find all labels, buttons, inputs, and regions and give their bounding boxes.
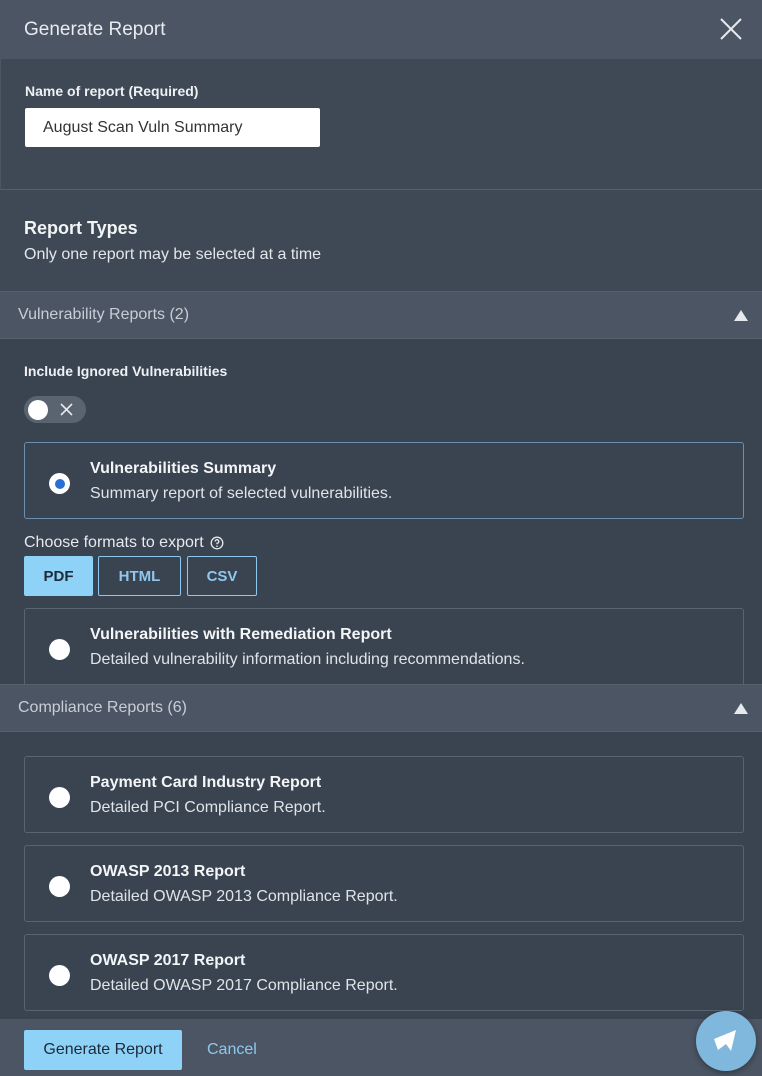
report-radio[interactable] (49, 965, 70, 986)
report-radio[interactable] (49, 787, 70, 808)
report-radio[interactable] (49, 473, 70, 494)
report-card-owasp-2013[interactable]: OWASP 2013 Report Detailed OWASP 2013 Co… (24, 845, 744, 922)
report-card-description: Detailed OWASP 2013 Compliance Report. (90, 888, 398, 905)
format-csv-button[interactable]: CSV (187, 556, 257, 596)
report-radio[interactable] (49, 639, 70, 660)
compliance-reports-header[interactable]: Compliance Reports (6) (0, 684, 762, 732)
formats-label: Choose formats to export (24, 534, 204, 551)
close-icon[interactable] (718, 16, 744, 42)
help-circle-icon[interactable] (210, 536, 224, 550)
format-pdf-button[interactable]: PDF (24, 556, 93, 596)
report-card-title: Payment Card Industry Report (90, 774, 322, 791)
report-card-title: OWASP 2013 Report (90, 863, 246, 880)
cancel-button[interactable]: Cancel (207, 1041, 257, 1059)
report-card-title: Vulnerabilities Summary (90, 460, 277, 477)
report-card-description: Summary report of selected vulnerabiliti… (90, 485, 393, 502)
include-ignored-label: Include Ignored Vulnerabilities (24, 363, 228, 379)
report-card-description: Detailed OWASP 2017 Compliance Report. (90, 977, 398, 994)
include-ignored-toggle[interactable] (24, 396, 86, 423)
report-card-pci[interactable]: Payment Card Industry Report Detailed PC… (24, 756, 744, 833)
toggle-knob (28, 399, 48, 420)
dialog-footer: Generate Report Cancel (0, 1019, 762, 1076)
vulnerability-reports-header[interactable]: Vulnerability Reports (2) (0, 291, 762, 339)
compliance-reports-label: Compliance Reports (6) (18, 699, 187, 716)
report-card-title: OWASP 2017 Report (90, 952, 246, 969)
format-html-button[interactable]: HTML (98, 556, 181, 596)
triangle-up-icon (734, 703, 748, 714)
chat-icon (714, 1030, 736, 1051)
report-types-title: Report Types (24, 218, 138, 238)
report-name-input[interactable] (25, 108, 320, 147)
vulnerability-reports-label: Vulnerability Reports (2) (18, 306, 190, 323)
triangle-up-icon (734, 310, 748, 321)
dialog-header: Generate Report (0, 0, 762, 59)
chat-fab-button[interactable] (696, 1011, 756, 1071)
formats-label-row: Choose formats to export (24, 534, 224, 552)
report-types-subtitle: Only one report may be selected at a tim… (24, 246, 322, 263)
report-card-title: Vulnerabilities with Remediation Report (90, 626, 392, 643)
dialog-title: Generate Report (24, 18, 166, 40)
generate-report-button[interactable]: Generate Report (24, 1030, 182, 1070)
report-card-description: Detailed PCI Compliance Report. (90, 799, 326, 816)
report-card-owasp-2017[interactable]: OWASP 2017 Report Detailed OWASP 2017 Co… (24, 934, 744, 1011)
report-card-description: Detailed vulnerability information inclu… (90, 651, 525, 668)
report-name-section: Name of report (Required) (0, 59, 762, 190)
report-types-section: Report Types Only one report may be sele… (0, 190, 762, 291)
report-radio[interactable] (49, 876, 70, 897)
report-name-label: Name of report (Required) (25, 83, 199, 99)
report-card-vulnerabilities-summary[interactable]: Vulnerabilities Summary Summary report o… (24, 442, 744, 519)
report-card-vulnerabilities-remediation[interactable]: Vulnerabilities with Remediation Report … (24, 608, 744, 686)
close-icon (60, 403, 73, 416)
